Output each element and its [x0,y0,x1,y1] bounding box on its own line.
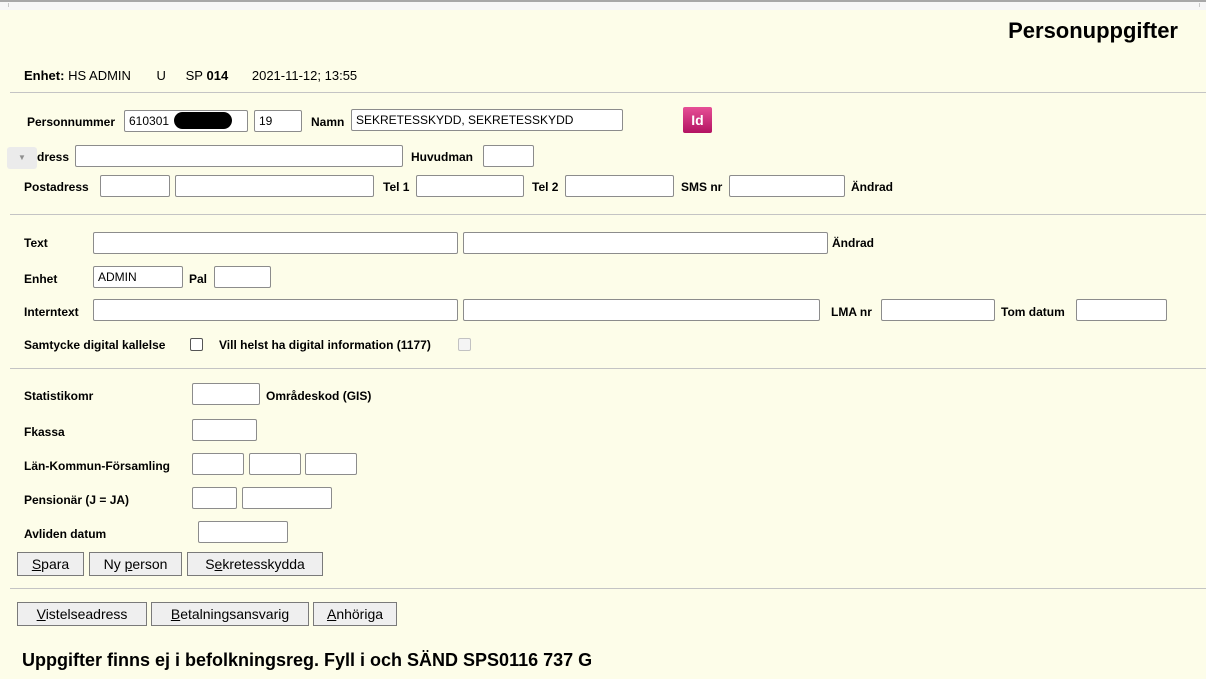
adress-input[interactable] [75,145,403,167]
sp-label: SP [185,68,203,83]
divider [10,92,1206,93]
century-input[interactable] [254,110,302,132]
text-input-1[interactable] [93,232,458,254]
avliden-input[interactable] [198,521,288,543]
fkassa-label: Fkassa [24,425,65,439]
pensionar-label: Pensionär (J = JA) [24,493,130,507]
tel2-label: Tel 2 [532,180,559,194]
divider [10,368,1206,369]
tel1-label: Tel 1 [383,180,410,194]
sekretesskydda-button[interactable]: Sekretesskydda [187,552,323,576]
session-info: Enhet: HS ADMIN U SP 014 2021-11-12; 13:… [24,68,357,83]
interntext-input-2[interactable] [463,299,820,321]
huvudman-input[interactable] [483,145,534,167]
redaction-mark [174,112,232,129]
spara-button[interactable]: Spara [17,552,84,576]
lkf-label: Län-Kommun-Församling [24,459,170,473]
personnummer-label: Personnummer [27,115,116,129]
namn-input[interactable] [351,109,623,131]
tom-datum-label: Tom datum [1001,305,1065,319]
pal-input[interactable] [214,266,271,288]
lma-label: LMA nr [831,305,872,319]
postadress-label: Postadress [24,180,89,194]
samtycke-label: Samtycke digital kallelse [24,338,166,352]
andrad-label: Ändrad [851,180,893,194]
pal-label: Pal [189,272,208,286]
enhet-header-label: Enhet: [24,68,65,83]
status-message: Uppgifter finns ej i befolkningsreg. Fyl… [22,650,593,670]
pensionar-input[interactable] [192,487,237,509]
enhet-label: Enhet [24,272,58,286]
divider [10,214,1206,215]
sms-label: SMS nr [681,180,723,194]
vistelseadress-button[interactable]: Vistelseadress [17,602,147,626]
interntext-label: Interntext [24,305,79,319]
anhoriga-button[interactable]: Anhöriga [313,602,397,626]
sms-input[interactable] [729,175,845,197]
namn-label: Namn [311,115,345,129]
fkassa-input[interactable] [192,419,257,441]
id-icon[interactable]: Id [683,107,712,133]
statistikomr-label: Statistikomr [24,389,94,403]
adress-label: dress [37,150,70,164]
lma-input[interactable] [881,299,995,321]
samtycke-checkbox[interactable] [190,338,203,351]
vill-helst-checkbox[interactable] [458,338,471,351]
divider [10,588,1206,589]
tom-datum-input[interactable] [1076,299,1167,321]
u-indicator: U [156,68,166,83]
session-datetime: 2021-11-12; 13:55 [251,68,358,83]
omradeskod-label: Områdeskod (GIS) [266,389,372,403]
enhet-input[interactable] [93,266,183,288]
lan-input[interactable] [192,453,244,475]
huvudman-label: Huvudman [411,150,474,164]
tel2-input[interactable] [565,175,674,197]
text-andrad-label: Ändrad [832,236,874,250]
window-top-border [0,0,1206,10]
page-title: Personuppgifter [1008,18,1178,43]
enhet-header-value: HS ADMIN [68,68,131,83]
collapse-tab-icon[interactable]: ▼ [7,147,37,169]
interntext-input-1[interactable] [93,299,458,321]
ny-person-button[interactable]: Ny person [89,552,182,576]
vill-helst-label: Vill helst ha digital information (1177) [219,338,431,352]
postort-input[interactable] [175,175,374,197]
forsamling-input[interactable] [305,453,357,475]
kommun-input[interactable] [249,453,301,475]
postnummer-input[interactable] [100,175,170,197]
text-label: Text [24,236,48,250]
text-input-2[interactable] [463,232,828,254]
sp-value: 014 [206,68,229,83]
avliden-label: Avliden datum [24,527,107,541]
pensionar-extra-input[interactable] [242,487,332,509]
betalningsansvarig-button[interactable]: Betalningsansvarig [151,602,309,626]
statistikomr-input[interactable] [192,383,260,405]
tel1-input[interactable] [416,175,524,197]
